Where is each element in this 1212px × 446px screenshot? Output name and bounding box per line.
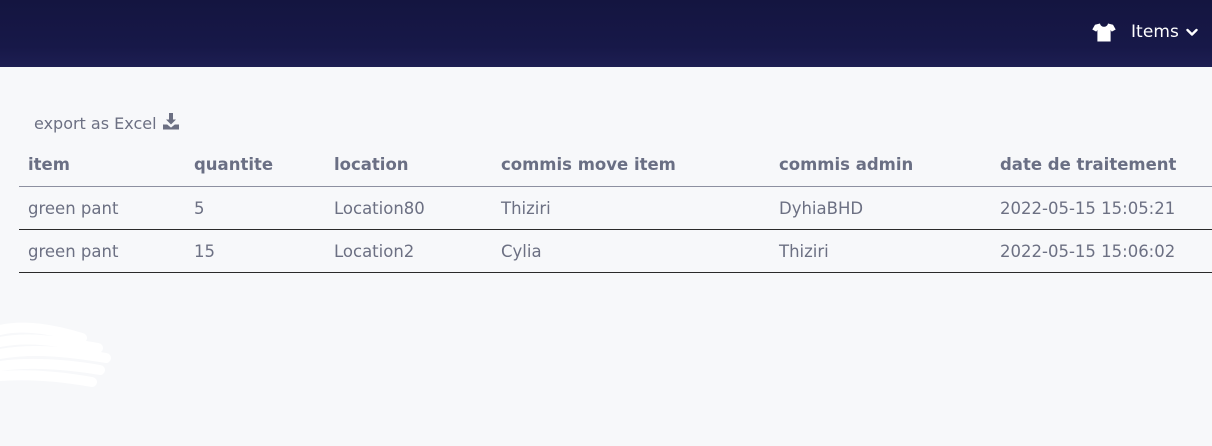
cell-date-de-traitement: 2022-05-15 15:05:21 <box>991 186 1212 230</box>
cell-quantite: 5 <box>185 186 325 230</box>
cell-commis-admin: Thiziri <box>770 229 991 273</box>
column-header-location[interactable]: location <box>325 143 492 187</box>
cell-location: Location2 <box>325 229 492 273</box>
cell-commis-move-item: Cylia <box>492 229 770 273</box>
column-header-commis-move-item[interactable]: commis move item <box>492 143 770 187</box>
column-header-date-de-traitement[interactable]: date de traitement <box>991 143 1212 187</box>
column-header-quantite[interactable]: quantite <box>185 143 325 187</box>
redaction-scribble <box>0 322 111 387</box>
table-row: green pant 15 Location2 Cylia Thiziri 20… <box>19 229 1212 273</box>
table-header-row: item quantite location commis move item … <box>19 143 1212 187</box>
export-label: export as Excel <box>34 113 157 133</box>
cell-item: green pant <box>19 186 185 230</box>
cell-item: green pant <box>19 229 185 273</box>
download-icon <box>162 112 180 134</box>
column-header-item[interactable]: item <box>19 143 185 187</box>
export-excel-button[interactable]: export as Excel <box>34 112 180 134</box>
chevron-down-icon <box>1186 28 1198 37</box>
items-dropdown-menu[interactable]: Items <box>1092 20 1198 44</box>
cell-location: Location80 <box>325 186 492 230</box>
items-menu-label: Items <box>1130 22 1179 42</box>
tshirt-icon <box>1092 23 1116 42</box>
cell-quantite: 15 <box>185 229 325 273</box>
items-table: item quantite location commis move item … <box>19 143 1212 273</box>
cell-commis-admin: DyhiaBHD <box>770 186 991 230</box>
table-row: green pant 5 Location80 Thiziri DyhiaBHD… <box>19 186 1212 230</box>
cell-date-de-traitement: 2022-05-15 15:06:02 <box>991 229 1212 273</box>
top-navbar: Items <box>0 0 1212 67</box>
cell-commis-move-item: Thiziri <box>492 186 770 230</box>
column-header-commis-admin[interactable]: commis admin <box>770 143 991 187</box>
